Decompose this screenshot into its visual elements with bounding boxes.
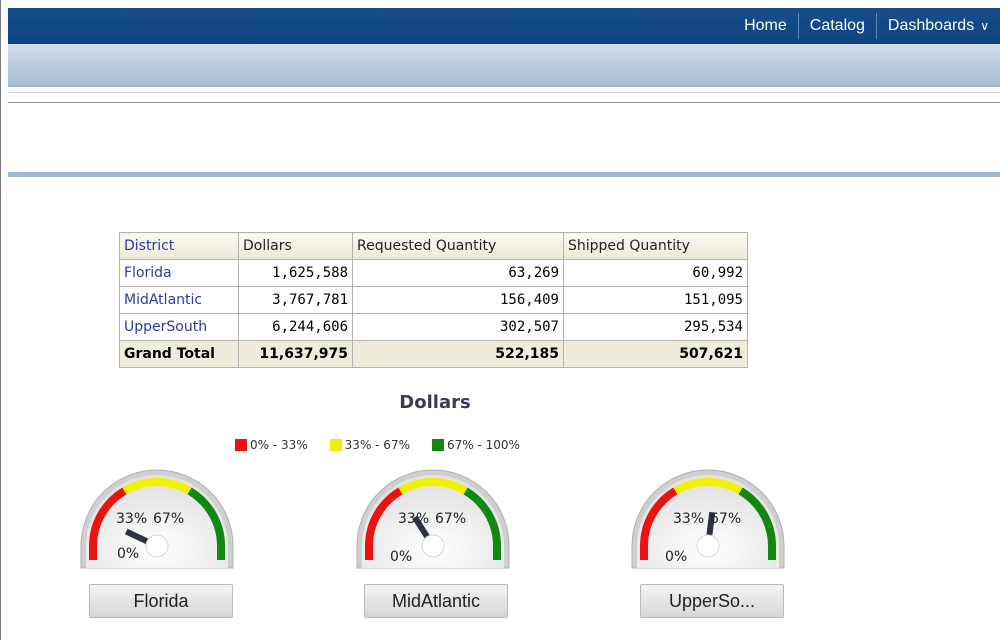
gauge-florida: 33% 67% 0% — [77, 466, 237, 570]
gauge-hub — [696, 534, 720, 558]
requested-quantity-cell: 156,409 — [352, 286, 564, 314]
nav-dashboards-menu[interactable]: Dashboards ∨ — [877, 16, 1000, 36]
pivot-table: District Dollars Requested Quantity Ship… — [119, 232, 748, 368]
legend-item-low: 0% - 33% — [235, 438, 308, 452]
top-navigation-bar: Home Catalog Dashboards ∨ — [8, 8, 1000, 44]
grand-total-row: Grand Total 11,637,975 522,185 507,621 — [119, 340, 748, 368]
section-divider — [8, 172, 1000, 177]
gauge-tick-0: 0% — [390, 549, 413, 565]
column-header-dollars: Dollars — [238, 232, 353, 260]
shipped-quantity-cell: 295,534 — [563, 313, 748, 341]
column-header-shipped-quantity: Shipped Quantity — [563, 232, 748, 260]
nav-dashboards-label: Dashboards — [887, 17, 975, 34]
chart-legend: 0% - 33% 33% - 67% 67% - 100% — [235, 438, 542, 452]
table-row: UpperSouth 6,244,606 302,507 295,534 — [119, 313, 748, 341]
nav-home-link[interactable]: Home — [733, 16, 798, 36]
gauge-tick-33: 33% — [398, 511, 430, 527]
legend-item-high: 67% - 100% — [431, 438, 520, 452]
total-requested-quantity-cell: 522,185 — [352, 340, 564, 368]
gauge-uppersouth: 33% 67% 0% — [628, 466, 788, 570]
gauge-hub — [145, 534, 169, 558]
gauge-hub — [421, 534, 445, 558]
column-header-district[interactable]: District — [119, 232, 239, 260]
dollars-cell: 6,244,606 — [238, 313, 353, 341]
total-shipped-quantity-cell: 507,621 — [563, 340, 748, 368]
shipped-quantity-cell: 151,095 — [563, 286, 748, 314]
table-header-row: District Dollars Requested Quantity Ship… — [119, 232, 748, 260]
district-link-uppersouth[interactable]: UpperSouth — [119, 313, 239, 341]
table-row: MidAtlantic 3,767,781 156,409 151,095 — [119, 286, 748, 314]
gauge-button-uppersouth[interactable]: UpperSo... — [640, 584, 784, 618]
dashboard-toolbar — [8, 44, 1000, 87]
gauge-tick-33: 33% — [673, 511, 705, 527]
divider — [8, 92, 1000, 93]
table-row: Florida 1,625,588 63,269 60,992 — [119, 259, 748, 287]
gauge-tick-0: 0% — [665, 549, 688, 565]
legend-label: 33% - 67% — [344, 438, 410, 452]
gauge-button-florida[interactable]: Florida — [89, 584, 233, 618]
gauge-midatlantic: 33% 67% 0% — [353, 466, 513, 570]
nav-catalog-link[interactable]: Catalog — [799, 16, 876, 36]
chevron-down-icon: ∨ — [980, 19, 989, 33]
nav-menu: Home Catalog Dashboards ∨ — [733, 8, 1000, 44]
total-dollars-cell: 11,637,975 — [238, 340, 353, 368]
column-header-requested-quantity: Requested Quantity — [352, 232, 564, 260]
legend-label: 0% - 33% — [250, 438, 308, 452]
legend-swatch-red — [235, 439, 247, 451]
gauge-button-midatlantic[interactable]: MidAtlantic — [364, 584, 508, 618]
chart-title: Dollars — [399, 392, 471, 413]
divider — [8, 102, 1000, 103]
grand-total-label: Grand Total — [119, 340, 239, 368]
shipped-quantity-cell: 60,992 — [563, 259, 748, 287]
gauge-tick-0: 0% — [117, 546, 140, 562]
dollars-cell: 1,625,588 — [238, 259, 353, 287]
legend-label: 67% - 100% — [446, 438, 520, 452]
gauge-dial — [631, 469, 785, 569]
dollars-cell: 3,767,781 — [238, 286, 353, 314]
gauge-tick-67: 67% — [435, 511, 467, 527]
requested-quantity-cell: 63,269 — [352, 259, 564, 287]
requested-quantity-cell: 302,507 — [352, 313, 564, 341]
district-link-midatlantic[interactable]: MidAtlantic — [119, 286, 239, 314]
legend-item-mid: 33% - 67% — [329, 438, 410, 452]
district-link-florida[interactable]: Florida — [119, 259, 239, 287]
gauge-tick-67: 67% — [710, 511, 742, 527]
legend-swatch-green — [431, 439, 444, 451]
gauge-tick-33: 33% — [116, 511, 148, 527]
gauge-dial — [356, 469, 510, 569]
gauge-tick-67: 67% — [153, 511, 185, 527]
legend-swatch-yellow — [329, 439, 342, 451]
